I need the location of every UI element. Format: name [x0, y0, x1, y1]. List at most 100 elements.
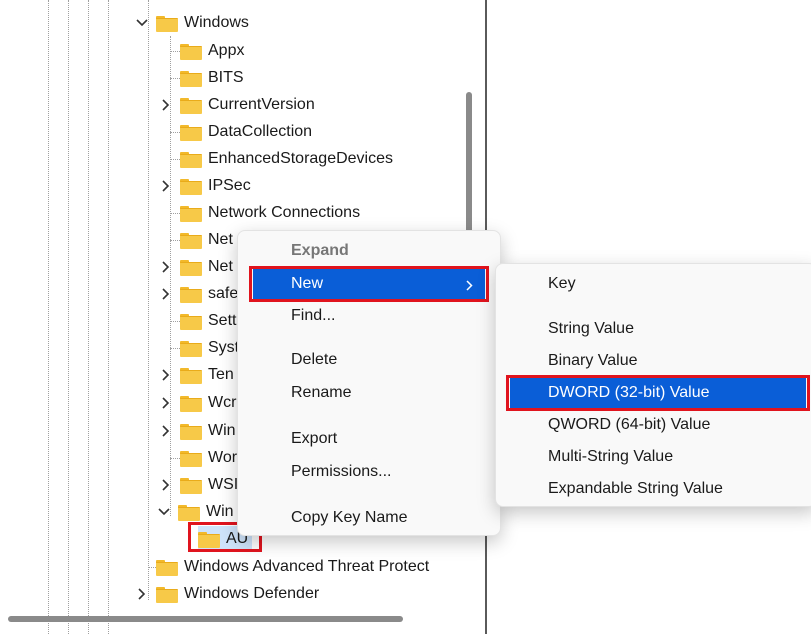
chevron-down-icon[interactable]	[136, 13, 148, 33]
tree-item-label: BITS	[208, 69, 244, 86]
tree-item-label: DataCollection	[208, 123, 313, 140]
tree-item-label: CurrentVersion	[208, 96, 315, 113]
folder-icon	[180, 450, 202, 467]
tree-item-label: WSI	[208, 476, 239, 493]
tree-item-win-1[interactable]: Win	[160, 418, 236, 444]
folder-icon	[180, 367, 202, 384]
menu-item-rename[interactable]: Rename	[291, 378, 481, 408]
tree-item-label: IPSec	[208, 177, 251, 194]
tree-item-syst[interactable]: Syst	[180, 335, 239, 361]
tree-item-label: Wcr	[208, 394, 237, 411]
menu-item-label: Delete	[291, 351, 338, 368]
horizontal-scrollbar-thumb[interactable]	[8, 616, 403, 622]
tree-item-label: Appx	[208, 42, 245, 59]
tree-item-datacollection[interactable]: DataCollection	[180, 119, 312, 145]
folder-icon	[180, 395, 202, 412]
chevron-right-icon[interactable]	[160, 95, 172, 115]
menu-item-label: Find...	[291, 307, 336, 324]
folder-icon	[180, 178, 202, 195]
folder-icon	[180, 340, 202, 357]
tree-item-net-2[interactable]: Net	[160, 254, 233, 280]
chevron-right-icon[interactable]	[160, 421, 172, 441]
tree-item-label: Ten	[208, 366, 234, 383]
menu-item-label: Export	[291, 430, 338, 447]
menu-item-label: Multi-String Value	[548, 448, 674, 465]
chevron-right-icon[interactable]	[160, 475, 172, 495]
tree-item-net-1[interactable]: Net	[180, 227, 233, 253]
folder-icon	[156, 15, 178, 32]
menu-item-label: String Value	[548, 320, 634, 337]
menu-item-find[interactable]: Find...	[291, 301, 481, 331]
tree-item-appx[interactable]: Appx	[180, 38, 244, 64]
submenu-item-key[interactable]: Key	[548, 269, 798, 299]
folder-icon	[180, 286, 202, 303]
tree-item-label: EnhancedStorageDevices	[208, 150, 394, 167]
annotation-highlight-new	[249, 266, 489, 302]
menu-item-delete[interactable]: Delete	[291, 345, 481, 375]
menu-item-expand[interactable]: Expand	[291, 236, 491, 266]
submenu-item-string-value[interactable]: String Value	[548, 314, 798, 344]
folder-icon	[180, 97, 202, 114]
menu-item-export[interactable]: Export	[291, 424, 481, 454]
chevron-right-icon[interactable]	[160, 176, 172, 196]
tree-guide-line	[48, 0, 49, 634]
tree-guide-line	[148, 0, 149, 600]
tree-item-ten[interactable]: Ten	[160, 362, 234, 388]
tree-guide-line	[68, 0, 69, 634]
tree-item-sett[interactable]: Sett	[180, 308, 236, 334]
new-submenu: Key String Value Binary Value DWORD (32-…	[495, 263, 811, 507]
chevron-right-icon[interactable]	[160, 284, 172, 304]
chevron-right-icon[interactable]	[136, 584, 148, 604]
chevron-right-icon[interactable]	[160, 393, 172, 413]
tree-item-enhancedstoragedevices[interactable]: EnhancedStorageDevices	[180, 146, 393, 172]
folder-icon	[156, 586, 178, 603]
folder-icon	[180, 151, 202, 168]
tree-guide-line	[108, 0, 109, 634]
tree-item-label: Wor	[208, 449, 238, 466]
tree-item-label: Windows Advanced Threat Protect	[184, 558, 430, 575]
folder-icon	[180, 124, 202, 141]
tree-item-label: Sett	[208, 312, 237, 329]
tree-item-windows-defender[interactable]: Windows Defender	[136, 581, 319, 607]
menu-item-permissions[interactable]: Permissions...	[291, 457, 481, 487]
submenu-item-multi-string-value[interactable]: Multi-String Value	[548, 442, 798, 472]
chevron-right-icon[interactable]	[160, 257, 172, 277]
tree-item-currentversion[interactable]: CurrentVersion	[160, 92, 315, 118]
tree-item-safe[interactable]: safe	[160, 281, 238, 307]
menu-item-label: Expand	[291, 242, 349, 259]
chevron-down-icon[interactable]	[158, 502, 170, 522]
submenu-item-binary-value[interactable]: Binary Value	[548, 346, 798, 376]
menu-item-label: Binary Value	[548, 352, 638, 369]
folder-icon	[156, 559, 178, 576]
tree-item-windows[interactable]: Windows	[136, 10, 249, 36]
submenu-item-expandable-string-value[interactable]: Expandable String Value	[548, 474, 798, 504]
tree-guide-line	[88, 0, 89, 634]
menu-item-label: QWORD (64-bit) Value	[548, 416, 711, 433]
tree-item-label: Net	[208, 231, 233, 248]
tree-item-windows-atp[interactable]: Windows Advanced Threat Protect	[156, 554, 429, 580]
context-menu: Expand New Find... Delete Rename Export …	[237, 230, 501, 536]
folder-icon	[180, 232, 202, 249]
tree-item-label: Win	[206, 503, 234, 520]
submenu-item-qword-value[interactable]: QWORD (64-bit) Value	[548, 410, 798, 440]
menu-item-label: Key	[548, 275, 576, 292]
tree-item-ipsec[interactable]: IPSec	[160, 173, 251, 199]
folder-icon	[180, 423, 202, 440]
annotation-highlight-dword	[506, 375, 810, 411]
folder-icon	[180, 313, 202, 330]
menu-item-label: Expandable String Value	[548, 480, 723, 497]
menu-item-copy-key-name[interactable]: Copy Key Name	[291, 503, 481, 533]
tree-item-wcr[interactable]: Wcr	[160, 390, 236, 416]
tree-item-wsi[interactable]: WSI	[160, 472, 238, 498]
folder-icon	[180, 477, 202, 494]
tree-item-network-connections[interactable]: Network Connections	[180, 200, 360, 226]
tree-item-label: Windows	[184, 14, 249, 31]
chevron-right-icon[interactable]	[160, 365, 172, 385]
tree-item-bits[interactable]: BITS	[180, 65, 244, 91]
tree-item-wor[interactable]: Wor	[180, 445, 237, 471]
tree-item-label: Win	[208, 422, 236, 439]
folder-icon	[178, 504, 200, 521]
tree-item-label: Windows Defender	[184, 585, 320, 602]
menu-item-label: Rename	[291, 384, 352, 401]
folder-icon	[180, 43, 202, 60]
